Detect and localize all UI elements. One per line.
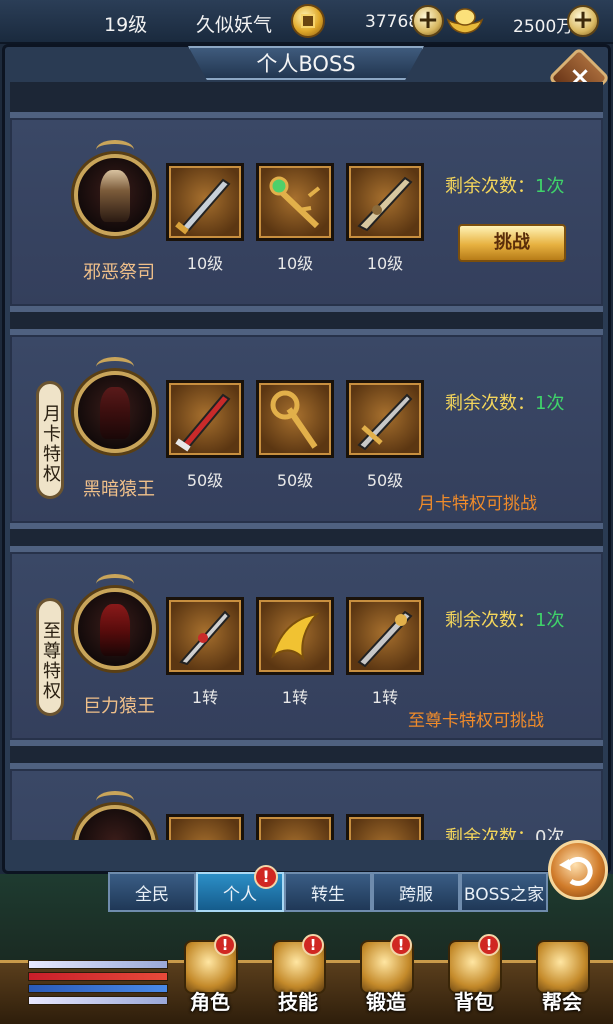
alert-icon: ! bbox=[254, 865, 278, 889]
player-level: 19级 bbox=[104, 14, 148, 36]
nav-label: 角色 bbox=[190, 990, 230, 1014]
nav-guild[interactable]: 帮会 bbox=[522, 940, 602, 1024]
boss-card: 剩余次数：0次 bbox=[10, 763, 603, 840]
player-name: 久似妖气 bbox=[196, 14, 273, 36]
remaining-label: 剩余次数： bbox=[445, 610, 535, 631]
item-level: 1转 bbox=[191, 688, 219, 707]
boss-name: 巨力猿王 bbox=[83, 696, 155, 717]
item-level: 1转 bbox=[281, 688, 309, 707]
tab-all-players[interactable]: 全民 bbox=[108, 872, 196, 912]
boss-avatar[interactable] bbox=[74, 140, 156, 236]
boss-card: 至尊特权 巨力猿王 1转 1转 1转 剩余次数：1次 至尊卡特权可挑战 bbox=[10, 546, 603, 746]
top-status-bar: 19级 久似妖气 37768 + 2500万 + bbox=[0, 0, 613, 44]
nav-label: 背包 bbox=[454, 990, 494, 1014]
privilege-requirement-note: 至尊卡特权可挑战 bbox=[408, 711, 544, 731]
remaining-count: 0次 bbox=[535, 827, 565, 840]
add-coins-button[interactable]: + bbox=[412, 5, 444, 37]
nav-bag[interactable]: ! 背包 bbox=[434, 934, 514, 1024]
nav-label: 技能 bbox=[278, 990, 318, 1014]
nav-character[interactable]: ! 角色 bbox=[170, 934, 250, 1024]
return-button[interactable] bbox=[548, 840, 608, 900]
monthly-card-privilege-badge: 月卡特权 bbox=[36, 381, 64, 499]
item-level: 1转 bbox=[371, 688, 399, 707]
sword-icon bbox=[175, 178, 231, 235]
remaining-count: 1次 bbox=[535, 393, 565, 414]
alert-icon: ! bbox=[478, 934, 500, 956]
boss-avatar[interactable] bbox=[74, 357, 156, 453]
item-level: 10级 bbox=[276, 254, 314, 273]
remaining-count: 1次 bbox=[535, 610, 565, 631]
return-arrow-icon bbox=[559, 856, 593, 886]
boss-card: 月卡特权 黑暗猿王 50级 50级 50级 剩余次数：1次 月卡特权可挑战 bbox=[10, 329, 603, 529]
reward-item-slot[interactable] bbox=[256, 597, 334, 675]
ingot-amount: 2500万 bbox=[513, 17, 574, 37]
tab-boss-home[interactable]: BOSS之家 bbox=[460, 872, 548, 912]
reward-item-slot[interactable] bbox=[166, 163, 244, 241]
alert-icon: ! bbox=[302, 934, 324, 956]
reward-item-slot[interactable] bbox=[346, 597, 424, 675]
remaining-attempts: 剩余次数：0次 bbox=[445, 823, 564, 840]
remaining-attempts: 剩余次数：1次 bbox=[445, 389, 564, 415]
remaining-count: 1次 bbox=[535, 176, 565, 197]
nav-label: 帮会 bbox=[542, 990, 582, 1014]
nav-label: 锻造 bbox=[366, 990, 406, 1014]
boss-name: 黑暗猿王 bbox=[83, 479, 155, 500]
reward-item-slot[interactable] bbox=[166, 380, 244, 458]
add-ingots-button[interactable]: + bbox=[567, 5, 599, 37]
nav-forge[interactable]: ! 锻造 bbox=[346, 934, 426, 1024]
reward-item-slot[interactable] bbox=[346, 163, 424, 241]
supreme-privilege-badge: 至尊特权 bbox=[36, 598, 64, 716]
reward-item-slot[interactable] bbox=[166, 814, 244, 840]
boss-avatar[interactable] bbox=[74, 791, 156, 840]
dragon-blade-icon bbox=[271, 612, 320, 661]
panel-title-banner: 个人BOSS bbox=[188, 46, 424, 80]
blade-icon bbox=[357, 176, 413, 232]
remaining-attempts: 剩余次数：1次 bbox=[445, 172, 564, 198]
coin-icon bbox=[291, 4, 325, 38]
reward-item-slot[interactable] bbox=[256, 380, 334, 458]
challenge-button[interactable]: 挑战 bbox=[458, 224, 566, 262]
blade-icon bbox=[357, 610, 413, 668]
alert-icon: ! bbox=[390, 934, 412, 956]
sword-icon bbox=[175, 393, 231, 452]
item-level: 50级 bbox=[276, 471, 314, 490]
staff-icon bbox=[269, 176, 321, 229]
boss-category-tabs: 全民 个人 转生 跨服 BOSS之家 bbox=[108, 872, 548, 912]
remaining-label: 剩余次数： bbox=[445, 393, 535, 414]
reward-item-slot[interactable] bbox=[346, 814, 424, 840]
tab-rebirth[interactable]: 转生 bbox=[284, 872, 372, 912]
remaining-attempts: 剩余次数：1次 bbox=[445, 606, 564, 632]
item-level: 50级 bbox=[186, 471, 224, 490]
hp-mp-bars bbox=[28, 960, 168, 1012]
reward-item-slot[interactable] bbox=[256, 163, 334, 241]
boss-card: 邪恶祭司 10级 10级 10级 剩余次数：1次 挑战 bbox=[10, 112, 603, 312]
reward-item-slot[interactable] bbox=[256, 814, 334, 840]
blade-icon bbox=[357, 393, 413, 451]
remaining-label: 剩余次数： bbox=[445, 176, 535, 197]
boss-list[interactable]: 邪恶祭司 10级 10级 10级 剩余次数：1次 挑战 月卡特权 黑暗猿王 50… bbox=[10, 82, 603, 840]
ingot-icon bbox=[446, 8, 484, 34]
sword-icon bbox=[179, 610, 231, 666]
reward-item-slot[interactable] bbox=[166, 597, 244, 675]
panel-title: 个人BOSS bbox=[256, 52, 356, 76]
reward-item-slot[interactable] bbox=[346, 380, 424, 458]
staff-icon bbox=[270, 390, 318, 449]
remaining-label: 剩余次数： bbox=[445, 827, 535, 840]
boss-name: 邪恶祭司 bbox=[83, 262, 155, 283]
privilege-requirement-note: 月卡特权可挑战 bbox=[418, 494, 537, 514]
item-level: 50级 bbox=[366, 471, 404, 490]
coin-amount: 37768 bbox=[365, 12, 420, 32]
item-level: 10级 bbox=[186, 254, 224, 273]
alert-icon: ! bbox=[214, 934, 236, 956]
item-level: 10级 bbox=[366, 254, 404, 273]
nav-skill[interactable]: ! 技能 bbox=[258, 934, 338, 1024]
tab-cross-server[interactable]: 跨服 bbox=[372, 872, 460, 912]
boss-avatar[interactable] bbox=[74, 574, 156, 670]
